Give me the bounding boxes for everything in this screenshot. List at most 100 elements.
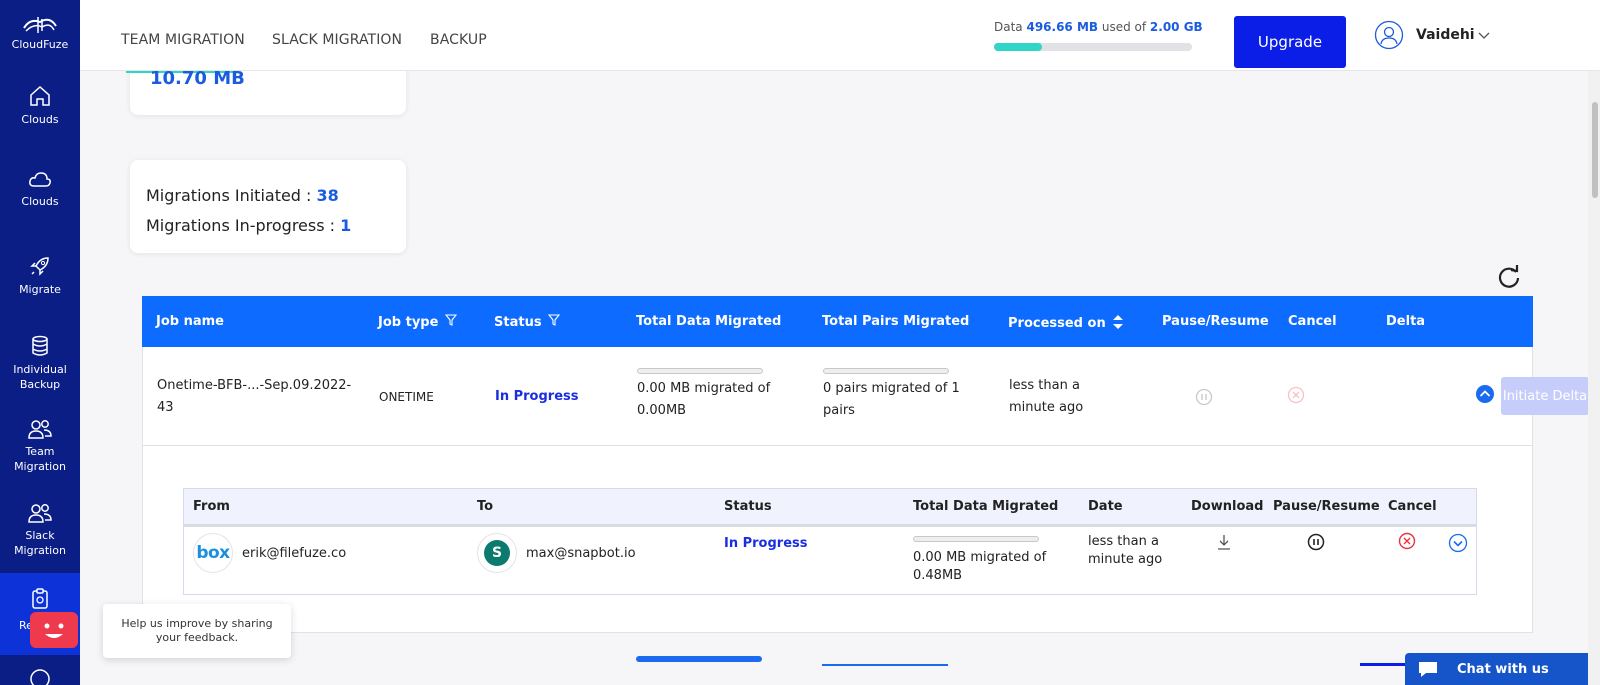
tab-backup[interactable]: BACKUP [430, 32, 487, 48]
pause-icon[interactable] [1307, 533, 1325, 551]
sidebar-item-label: Slack Migration [14, 529, 66, 557]
sharepoint-logo: S [477, 533, 517, 573]
jobs-table-header: Job name Job type Status Total Data Migr… [142, 296, 1533, 347]
pair-from: box erik@filefuze.co [193, 533, 346, 573]
cancel-icon[interactable] [1398, 532, 1416, 550]
upgrade-button[interactable]: Upgrade [1234, 16, 1346, 68]
pair-date-line1: less than a [1088, 534, 1159, 549]
sidebar-item-clouds-home[interactable]: Clouds [0, 84, 80, 127]
sidebar-item-slack-migration[interactable]: Slack Migration [0, 502, 80, 558]
box-logo-text: box [196, 543, 230, 563]
col-to: To [477, 499, 494, 514]
sidebar-item-team-migration[interactable]: Team Migration [0, 418, 80, 474]
users-icon [28, 504, 52, 523]
database-icon [32, 335, 48, 356]
sidebar-item-migrate[interactable]: Migrate [0, 254, 80, 297]
col-job-type-label: Job type [378, 315, 439, 330]
chevron-up-icon[interactable] [1475, 384, 1495, 404]
report-icon [32, 588, 48, 609]
job-pairs-line2: pairs [823, 403, 855, 418]
col-pair-cancel: Cancel [1388, 499, 1437, 514]
migrations-initiated-value: 38 [316, 186, 339, 205]
pairs-progress-bar [823, 368, 949, 374]
col-processed-on-label: Processed on [1008, 316, 1106, 331]
job-data-line1: 0.00 MB migrated of [637, 381, 771, 396]
box-logo: box [193, 533, 233, 573]
col-total-pairs[interactable]: Total Pairs Migrated [822, 314, 969, 329]
refresh-icon[interactable] [1496, 264, 1522, 290]
col-pair-status: Status [724, 499, 772, 514]
job-pairs-line1: 0 pairs migrated of 1 [823, 381, 960, 396]
storage-usage: Data 496.66 MB used of 2.00 GB [994, 20, 1204, 51]
chat-bubble-icon [1419, 662, 1437, 677]
storage-total: 2.00 GB [1149, 20, 1203, 34]
brand[interactable]: CloudFuze [0, 8, 80, 51]
chevron-down-icon [1478, 32, 1490, 39]
pair-status: In Progress [724, 536, 808, 551]
storage-prefix: Data [994, 20, 1027, 34]
col-job-name[interactable]: Job name [156, 314, 224, 329]
job-type: ONETIME [379, 390, 434, 404]
top-bar: TEAM MIGRATION SLACK MIGRATION BACKUP Da… [80, 0, 1600, 71]
user-menu[interactable]: Vaidehi [1374, 20, 1491, 50]
table-row[interactable]: Onetime-BFB-...-Sep.09.2022- 43 ONETIME … [142, 347, 1589, 446]
storage-text: Data 496.66 MB used of 2.00 GB [994, 20, 1204, 34]
user-name: Vaidehi [1416, 27, 1475, 43]
migrations-inprogress: Migrations In-progress : 1 [146, 211, 390, 241]
bot-face-icon [44, 623, 64, 638]
col-processed-on[interactable]: Processed on [1008, 314, 1124, 331]
users-icon [28, 420, 52, 439]
filter-icon[interactable] [444, 314, 458, 326]
pair-data-line2: 0.48MB [913, 568, 963, 583]
data-size-value: 10.70 MB [150, 68, 245, 89]
sidebar: CloudFuze Clouds Clouds Migrate Individu… [0, 0, 80, 685]
col-pair-download: Download [1191, 499, 1264, 514]
col-total-data[interactable]: Total Data Migrated [636, 314, 781, 329]
job-data-migrated: 0.00 MB migrated of 0.00MB [637, 368, 770, 422]
tab-team-migration[interactable]: TEAM MIGRATION [121, 32, 245, 48]
scrollbar-thumb[interactable] [1592, 102, 1598, 198]
sidebar-item-help[interactable] [0, 668, 80, 685]
cloudfuze-logo-icon [23, 17, 57, 33]
data-progress-bar [637, 368, 763, 374]
sidebar-item-clouds[interactable]: Clouds [0, 170, 80, 209]
rocket-icon [30, 257, 49, 276]
col-cancel: Cancel [1288, 314, 1337, 329]
table-row[interactable]: box erik@filefuze.co S max@snapbot.io In… [183, 525, 1477, 595]
brand-name: CloudFuze [11, 38, 69, 51]
home-icon [30, 85, 50, 106]
pause-icon[interactable] [1195, 388, 1213, 406]
feedback-bot-icon[interactable] [30, 612, 78, 648]
cloud-icon [29, 172, 51, 187]
feedback-tooltip: Help us improve by sharing your feedback… [103, 604, 291, 658]
filter-icon[interactable] [547, 314, 561, 326]
initiate-delta-button[interactable]: Initiate Delta [1501, 377, 1589, 415]
chat-widget[interactable]: Chat with us [1405, 653, 1595, 685]
sidebar-item-label: Team Migration [14, 445, 66, 473]
col-status-label: Status [494, 315, 542, 330]
next-row-pairs-progress [822, 664, 948, 666]
job-name: Onetime-BFB-...-Sep.09.2022- 43 [157, 375, 351, 419]
sidebar-item-label: Individual Backup [13, 363, 67, 391]
processed-line2: minute ago [1009, 400, 1084, 415]
tab-slack-migration[interactable]: SLACK MIGRATION [272, 32, 402, 48]
col-job-type[interactable]: Job type [378, 314, 458, 330]
next-row-data-progress [636, 656, 762, 662]
cancel-icon[interactable] [1287, 386, 1305, 404]
col-pair-pause-resume: Pause/Resume [1273, 499, 1380, 514]
sort-icon[interactable] [1112, 314, 1124, 330]
job-processed-on: less than a minute ago [1009, 375, 1083, 419]
col-status[interactable]: Status [494, 314, 561, 330]
sidebar-item-individual-backup[interactable]: Individual Backup [0, 334, 80, 392]
migrations-inprogress-label: Migrations In-progress : [146, 216, 341, 235]
migrations-initiated: Migrations Initiated : 38 [146, 181, 390, 211]
sidebar-item-label: Clouds [21, 113, 59, 126]
chevron-down-icon[interactable] [1448, 533, 1468, 553]
col-from: From [193, 499, 230, 514]
migrations-initiated-label: Migrations Initiated : [146, 186, 317, 205]
job-pairs-migrated: 0 pairs migrated of 1 pairs [823, 368, 960, 422]
to-email: max@snapbot.io [526, 545, 636, 561]
sidebar-item-label: Clouds [21, 195, 59, 208]
download-icon[interactable] [1216, 533, 1232, 551]
sharepoint-logo-badge: S [484, 540, 510, 566]
